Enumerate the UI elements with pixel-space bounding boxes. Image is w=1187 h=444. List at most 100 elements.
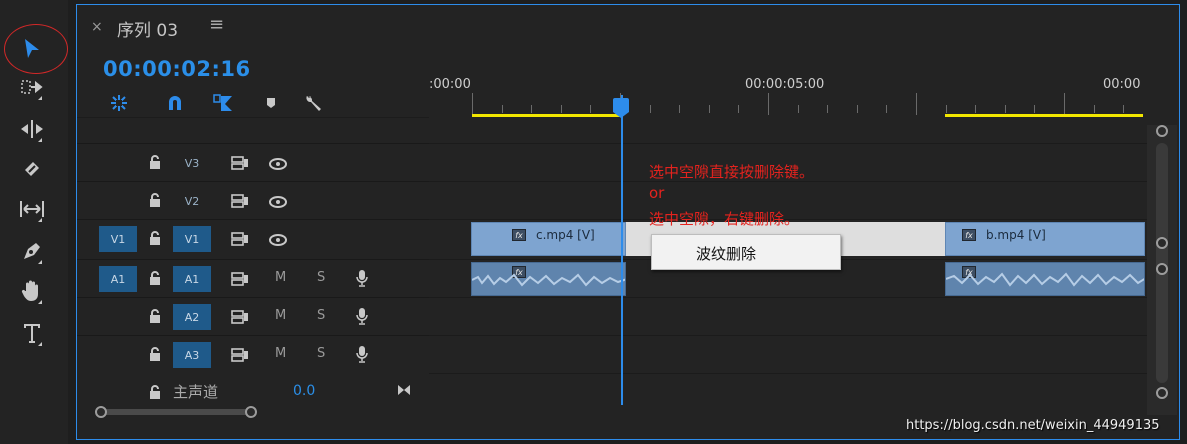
sync-lock-v1[interactable]	[231, 231, 249, 250]
razor-tool[interactable]	[10, 152, 54, 186]
source-patch-v1[interactable]: V1	[99, 226, 137, 252]
timeline-settings-button[interactable]	[303, 93, 323, 113]
snap-button[interactable]	[165, 93, 185, 113]
track-lock-a2[interactable]	[149, 308, 161, 327]
ruler-tick	[501, 105, 503, 113]
lane-master[interactable]	[429, 373, 1147, 405]
clip-b-mp4-video[interactable]: fx b.mp4 [V]	[945, 222, 1145, 256]
hscroll-right-knob[interactable]	[245, 406, 257, 418]
pen-tool[interactable]	[10, 234, 54, 268]
clip-c-mp4-video[interactable]: fx c.mp4 [V]	[471, 222, 626, 256]
hand-tool[interactable]	[10, 274, 54, 308]
track-lock-v2[interactable]	[149, 192, 161, 211]
vscroll-bottom-knob[interactable]	[1156, 387, 1168, 399]
lane-a3[interactable]	[429, 335, 1147, 373]
track-select-icon	[21, 80, 43, 94]
ruler-tick	[1034, 105, 1036, 113]
marker-icon	[267, 98, 275, 108]
vscroll-top-knob[interactable]	[1156, 125, 1168, 137]
nest-icon	[111, 95, 127, 111]
sync-lock-icon	[231, 310, 248, 324]
add-marker-button[interactable]	[261, 93, 281, 113]
source-patch-a1[interactable]: A1	[99, 266, 137, 292]
sync-lock-v3[interactable]	[231, 155, 249, 174]
track-lock-a3[interactable]	[149, 346, 161, 365]
mute-a2[interactable]: M	[275, 308, 286, 323]
type-tool[interactable]	[10, 316, 54, 350]
mute-a3[interactable]: M	[275, 346, 286, 361]
linked-selection-icon	[213, 94, 232, 111]
sync-lock-icon	[231, 156, 248, 170]
mute-a1[interactable]: M	[275, 270, 286, 285]
panel-menu-button[interactable]: ≡	[209, 14, 224, 35]
sync-lock-a3[interactable]	[231, 347, 249, 366]
hscroll-track[interactable]	[103, 409, 253, 415]
sequence-tab-title[interactable]: 序列 03	[117, 16, 178, 41]
ruler-tick	[945, 105, 947, 113]
toggle-output-v3[interactable]	[269, 155, 287, 174]
vscroll-mid-knob-2[interactable]	[1156, 263, 1168, 275]
tab-close-button[interactable]: ×	[91, 19, 103, 35]
track-target-v2[interactable]: V2	[173, 188, 211, 214]
ruler-tick	[679, 105, 681, 113]
toggle-output-v2[interactable]	[269, 193, 287, 212]
ripple-delete-menu-item[interactable]: 波纹删除	[696, 243, 756, 264]
fx-badge: fx	[512, 229, 526, 241]
ruler-tick	[975, 105, 977, 113]
bowtie-icon	[398, 385, 410, 395]
track-target-a3[interactable]: A3	[173, 342, 211, 368]
go-to-end-button[interactable]	[397, 381, 411, 400]
track-target-v1[interactable]: V1	[173, 226, 211, 252]
track-target-a2[interactable]: A2	[173, 304, 211, 330]
vscroll-mid-knob-1[interactable]	[1156, 237, 1168, 249]
sync-lock-a1[interactable]	[231, 271, 249, 290]
master-volume-value[interactable]: 0.0	[293, 383, 315, 399]
sync-lock-v2[interactable]	[231, 193, 249, 212]
selection-tool[interactable]	[10, 32, 54, 66]
lane-a2[interactable]	[429, 297, 1147, 335]
eye-icon	[269, 196, 287, 208]
lock-icon	[150, 155, 160, 169]
clip-name: b.mp4 [V]	[986, 228, 1046, 242]
track-target-a1[interactable]: A1	[173, 266, 211, 292]
track-select-tool[interactable]	[10, 70, 54, 104]
toggle-output-v1[interactable]	[269, 231, 287, 250]
nest-button[interactable]	[109, 93, 129, 113]
sync-lock-icon	[231, 348, 248, 362]
pen-icon	[24, 243, 40, 259]
linked-selection-button[interactable]	[213, 93, 233, 113]
track-target-v3[interactable]: V3	[173, 150, 211, 176]
time-ruler[interactable]: :00:00 00:00:05:00 00:00	[429, 49, 1149, 121]
voiceover-a1[interactable]	[356, 269, 368, 291]
voiceover-a3[interactable]	[356, 345, 368, 367]
playhead-timecode[interactable]: 00:00:02:16	[103, 57, 251, 81]
razor-icon	[25, 162, 39, 176]
header-divider	[77, 117, 429, 118]
track-lock-v1[interactable]	[149, 230, 161, 249]
ruler-tick	[856, 105, 858, 113]
voiceover-a2[interactable]	[356, 307, 368, 329]
ripple-edit-tool[interactable]	[10, 112, 54, 146]
clip-b-mp4-audio[interactable]: fx	[945, 262, 1145, 296]
solo-a2[interactable]: S	[317, 308, 325, 323]
sync-lock-a2[interactable]	[231, 309, 249, 328]
track-lock-a1[interactable]	[149, 270, 161, 289]
clip-c-mp4-audio[interactable]: fx	[471, 262, 626, 296]
ruler-tick	[916, 93, 917, 115]
playhead-line[interactable]	[621, 95, 623, 405]
solo-a3[interactable]: S	[317, 346, 325, 361]
microphone-icon	[356, 308, 368, 325]
playhead-handle[interactable]	[613, 98, 629, 112]
slip-tool[interactable]	[10, 192, 54, 226]
track-lock-v3[interactable]	[149, 154, 161, 173]
eye-icon	[269, 234, 287, 246]
horizontal-zoom-scrollbar[interactable]	[91, 405, 261, 419]
master-track-lock[interactable]	[149, 384, 161, 403]
microphone-icon	[356, 346, 368, 363]
snap-icon	[169, 96, 181, 110]
timeline-panel: × 序列 03 ≡ 00:00:02:16 :00:00 00:00:05:00…	[76, 4, 1180, 440]
vertical-scrollbar[interactable]	[1147, 125, 1177, 415]
solo-a1[interactable]: S	[317, 270, 325, 285]
hscroll-left-knob[interactable]	[95, 406, 107, 418]
track-header-a3: A3 M S	[77, 335, 429, 373]
